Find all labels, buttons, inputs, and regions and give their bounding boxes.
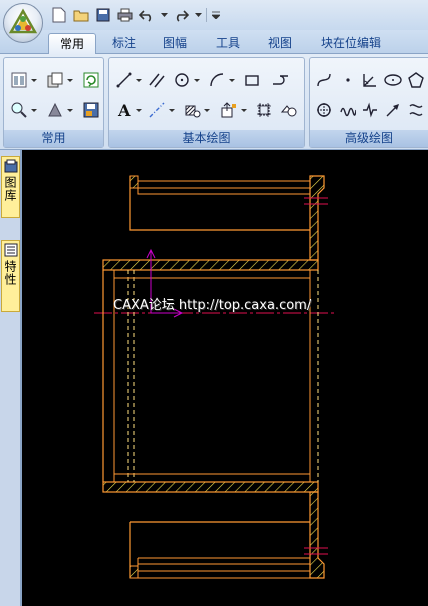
centerline-dropdown-icon[interactable] [168, 100, 175, 120]
circle-icon[interactable] [172, 70, 192, 90]
double-line-icon[interactable] [406, 100, 426, 120]
text-icon[interactable]: A [114, 100, 134, 120]
block-dropdown-icon[interactable] [240, 100, 247, 120]
sleeve-lower-wall [102, 481, 319, 493]
new-file-icon[interactable] [50, 6, 68, 24]
regenerate-icon[interactable] [81, 70, 101, 90]
hatch-dropdown-icon[interactable] [203, 100, 210, 120]
hatch-pattern-icon[interactable] [182, 100, 202, 120]
properties-icon [4, 243, 17, 257]
ribbon-group-label: 基本绘图 [109, 130, 304, 147]
arrow-icon[interactable] [383, 100, 403, 120]
image-insert-icon[interactable] [279, 100, 299, 120]
properties-dropdown-icon[interactable] [30, 70, 37, 90]
tab-common[interactable]: 常用 [48, 33, 96, 54]
break-line-icon[interactable] [360, 100, 380, 120]
polygon-icon[interactable] [406, 70, 426, 90]
rectangle-icon[interactable] [242, 70, 262, 90]
copy-object-icon[interactable] [45, 70, 65, 90]
ribbon-group-basic-draw: A 基本绘图 [108, 57, 305, 148]
top-flange [129, 175, 328, 261]
quick-access-toolbar [50, 6, 221, 24]
ribbon-panel: 常用 A 基本绘图 高级绘图 [0, 54, 428, 150]
tab-dimension[interactable]: 标注 [104, 33, 144, 54]
layer-shape-icon[interactable] [45, 100, 65, 120]
centerline-icon[interactable] [147, 100, 167, 120]
customize-toolbar-icon[interactable] [211, 6, 221, 24]
undo-icon[interactable] [138, 6, 156, 24]
redo-dropdown-icon[interactable] [194, 6, 202, 24]
library-icon [4, 159, 17, 173]
title-bar [0, 0, 428, 43]
dock-tab-library[interactable]: 图库 [1, 156, 20, 218]
save-block-icon[interactable] [81, 100, 101, 120]
side-dock: 图库 特性 [0, 150, 22, 606]
parallel-line-icon[interactable] [147, 70, 167, 90]
ribbon-group-label: 常用 [4, 130, 103, 147]
polyline-icon[interactable] [271, 70, 291, 90]
dock-tab-label: 图库 [3, 176, 17, 202]
dock-tab-properties[interactable]: 特性 [1, 240, 20, 312]
svg-text:A: A [117, 102, 131, 118]
spline-icon[interactable] [314, 70, 334, 90]
forum-watermark: CAXA论坛 http://top.caxa.com/ [113, 298, 312, 313]
ribbon-tab-bar: 常用 标注 图幅 工具 视图 块在位编辑 [0, 30, 428, 54]
tab-view[interactable]: 视图 [260, 33, 300, 54]
ribbon-group-advanced-draw: 高级绘图 [309, 57, 428, 148]
text-dropdown-icon[interactable] [135, 100, 142, 120]
properties-icon[interactable] [9, 70, 29, 90]
tab-block-inplace-edit[interactable]: 块在位编辑 [312, 33, 390, 54]
print-icon[interactable] [116, 6, 134, 24]
drawing-canvas[interactable] [22, 150, 428, 606]
undo-dropdown-icon[interactable] [160, 6, 168, 24]
zoom-icon[interactable] [9, 100, 29, 120]
trim-region-icon[interactable] [254, 100, 274, 120]
caxa-logo-icon [8, 8, 38, 34]
cad-drawing [94, 175, 334, 579]
dock-tab-label: 特性 [3, 260, 17, 286]
line-icon[interactable] [114, 70, 134, 90]
copy-dropdown-icon[interactable] [66, 70, 73, 90]
sleeve-upper-wall [102, 259, 319, 271]
wave-line-icon[interactable] [338, 100, 358, 120]
hole-axis-icon[interactable] [314, 100, 334, 120]
ribbon-group-common: 常用 [3, 57, 104, 148]
zoom-dropdown-icon[interactable] [30, 100, 37, 120]
application-menu-button[interactable] [3, 3, 43, 43]
tab-drawing-frame[interactable]: 图幅 [155, 33, 195, 54]
arc-icon[interactable] [207, 70, 227, 90]
angle-line-icon[interactable] [360, 70, 380, 90]
point-icon[interactable] [338, 70, 358, 90]
save-icon[interactable] [94, 6, 112, 24]
tab-tools[interactable]: 工具 [208, 33, 248, 54]
toolbar-separator [206, 8, 207, 22]
line-dropdown-icon[interactable] [135, 70, 142, 90]
arc-dropdown-icon[interactable] [228, 70, 235, 90]
bottom-flange [129, 491, 328, 579]
circle-dropdown-icon[interactable] [193, 70, 200, 90]
layer-dropdown-icon[interactable] [66, 100, 73, 120]
redo-icon[interactable] [172, 6, 190, 24]
ellipse-icon[interactable] [383, 70, 403, 90]
ribbon-group-label: 高级绘图 [310, 130, 428, 147]
block-create-icon[interactable] [219, 100, 239, 120]
open-folder-icon[interactable] [72, 6, 90, 24]
